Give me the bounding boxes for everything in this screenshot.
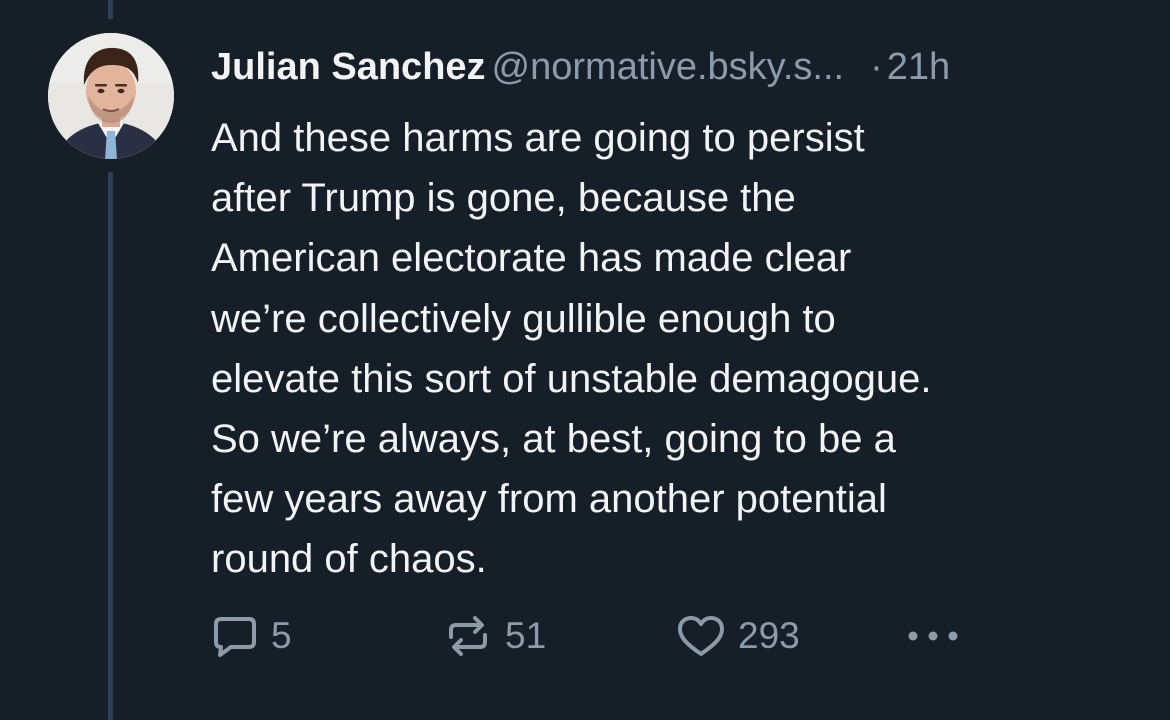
- reply-count: 5: [271, 615, 292, 656]
- author-handle[interactable]: @normative.bsky.s...: [492, 46, 845, 88]
- repost-arrows-icon: [449, 616, 487, 656]
- author-name[interactable]: Julian Sanchez: [211, 46, 486, 88]
- like-count: 293: [738, 615, 800, 656]
- post-text-line: we’re collectively gullible enough to: [211, 296, 836, 341]
- post-text-line: And these harms are going to persist: [211, 116, 865, 160]
- post-text: And these harms are going to persist aft…: [211, 108, 1131, 590]
- thread-line-top: [108, 0, 113, 19]
- like-button[interactable]: 293: [676, 607, 800, 665]
- reply-button[interactable]: 5: [211, 607, 292, 665]
- repost-count: 51: [505, 615, 547, 656]
- post-timestamp[interactable]: 21h: [887, 46, 950, 88]
- avatar-photo: [48, 33, 174, 159]
- post-text-line: after Trump is gone, because the: [211, 176, 796, 221]
- post-text-line: So we’re always, at best, going to be a: [211, 417, 896, 462]
- post-actions: 5 51 293: [211, 607, 971, 665]
- repost-button[interactable]: 51: [443, 607, 546, 665]
- heart-icon: [678, 616, 724, 656]
- ellipsis-icon: [908, 631, 958, 641]
- avatar[interactable]: [48, 33, 174, 159]
- post-text-line: few years away from another potential: [211, 477, 887, 522]
- post-text-line: round of chaos.: [211, 537, 487, 582]
- header-separator: ·: [870, 46, 883, 88]
- reply-bubble-icon: [214, 617, 256, 657]
- post-header: Julian Sanchez @normative.bsky.s... · 21h: [211, 42, 1141, 92]
- thread-line: [108, 172, 113, 720]
- more-options-button[interactable]: [903, 607, 963, 665]
- post-text-line: American electorate has made clear: [211, 236, 852, 281]
- post-text-line: elevate this sort of unstable demagogue.: [211, 356, 932, 401]
